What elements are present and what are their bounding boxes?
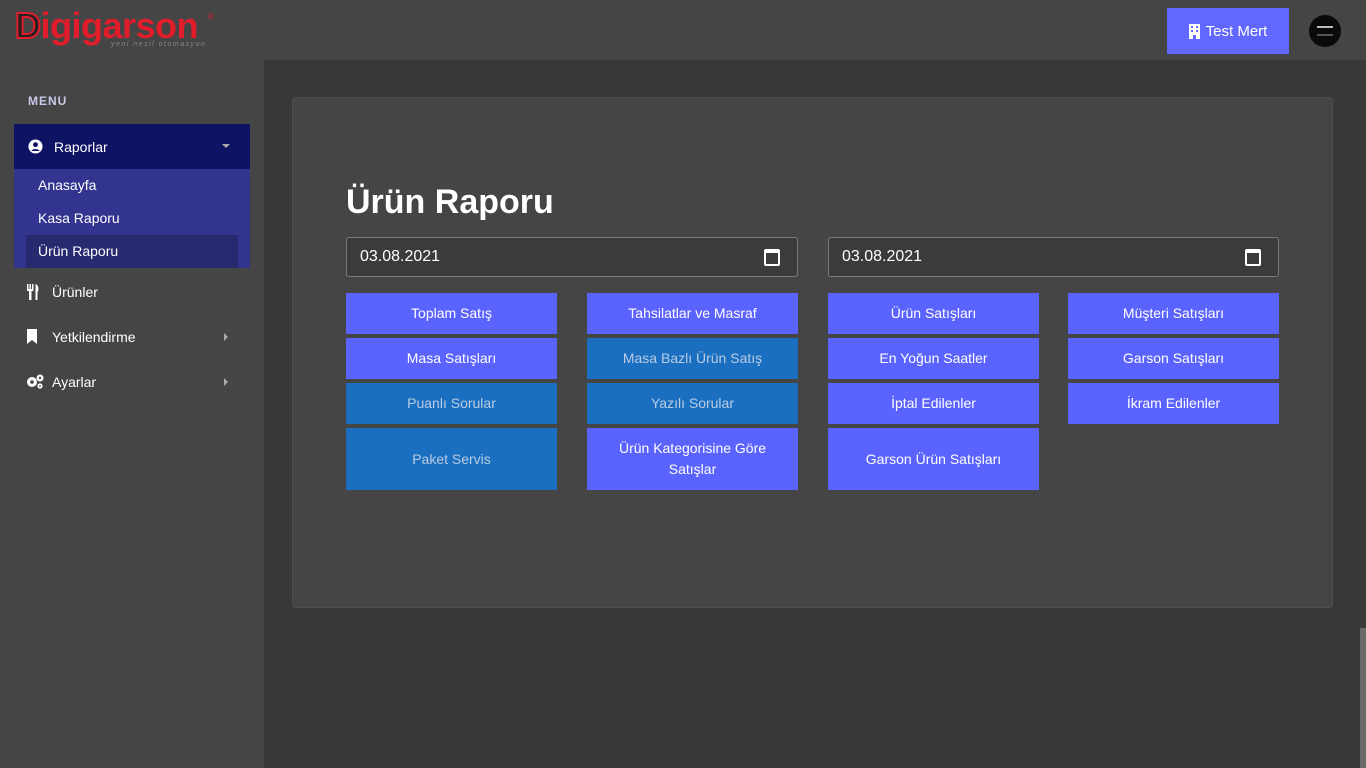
sidebar-item-label: Ayarlar [52, 373, 97, 390]
user-name: Test Mert [1205, 22, 1268, 40]
sidebar-item-label: Ürünler [52, 283, 98, 300]
end-date-value: 03.08.2021 [842, 248, 923, 265]
utensils-icon [26, 283, 42, 300]
chevron-down-icon [222, 144, 230, 148]
menu-title: MENU [28, 94, 68, 108]
chevron-right-icon [224, 333, 228, 341]
logo-prefix: D [14, 5, 42, 47]
chevron-right-icon [224, 378, 228, 386]
urun-kategori-satislar-button[interactable]: Ürün Kategorisine Göre Satışlar [587, 428, 798, 490]
sidebar-subitem-anasayfa[interactable]: Anasayfa [26, 169, 238, 202]
paket-servis-button[interactable]: Paket Servis [346, 428, 557, 490]
sidebar-item-urunler[interactable]: Ürünler [14, 269, 250, 314]
garson-satislari-button[interactable]: Garson Satışları [1068, 338, 1279, 379]
start-date-input[interactable]: 03.08.2021 [346, 237, 798, 277]
sidebar-item-label: Raporlar [54, 138, 108, 155]
logo-registered-mark: ® [208, 12, 214, 21]
toplam-satis-button[interactable]: Toplam Satış [346, 293, 557, 334]
urun-satislari-button[interactable]: Ürün Satışları [828, 293, 1039, 334]
page-scrollbar[interactable] [1359, 60, 1366, 768]
user-circle-icon [28, 138, 44, 155]
user-menu-button[interactable]: Test Mert [1167, 8, 1289, 54]
sidebar-subitem-urun-raporu[interactable]: Ürün Raporu [26, 235, 238, 268]
sidebar: MENU Raporlar Anasayfa Kasa Raporu Ürün … [0, 60, 264, 768]
puanli-sorular-button[interactable]: Puanlı Sorular [346, 383, 557, 424]
sidebar-subitem-kasa-raporu[interactable]: Kasa Raporu [26, 202, 238, 235]
calendar-icon[interactable] [764, 249, 780, 266]
sidebar-item-ayarlar[interactable]: Ayarlar [14, 359, 250, 404]
calendar-icon[interactable] [1245, 249, 1261, 266]
logo-mid: igi [40, 5, 82, 46]
scrollbar-thumb[interactable] [1360, 628, 1366, 768]
building-icon [1188, 23, 1200, 39]
logo-suffix: garson [81, 5, 199, 46]
tahsilatlar-masraf-button[interactable]: Tahsilatlar ve Masraf [587, 293, 798, 334]
logo-wordmark: Digigarson [14, 5, 199, 47]
iptal-edilenler-button[interactable]: İptal Edilenler [828, 383, 1039, 424]
start-date-value: 03.08.2021 [360, 248, 441, 265]
bookmark-icon [26, 328, 42, 345]
digigarson-logo[interactable]: Digigarson ® yeni nesil otomasyon [14, 5, 215, 52]
sidebar-item-label: Yetkilendirme [52, 328, 136, 345]
masa-bazli-urun-satis-button[interactable]: Masa Bazlı Ürün Satış [587, 338, 798, 379]
musteri-satislari-button[interactable]: Müşteri Satışları [1068, 293, 1279, 334]
en-yogun-saatler-button[interactable]: En Yoğun Saatler [828, 338, 1039, 379]
top-bar: Digigarson ® yeni nesil otomasyon Test M… [0, 0, 1366, 60]
gears-icon [26, 374, 44, 390]
ikram-edilenler-button[interactable]: İkram Edilenler [1068, 383, 1279, 424]
masa-satislari-button[interactable]: Masa Satışları [346, 338, 557, 379]
avatar-image [1317, 26, 1333, 36]
yazili-sorular-button[interactable]: Yazılı Sorular [587, 383, 798, 424]
reports-submenu: Anasayfa Kasa Raporu Ürün Raporu [14, 169, 250, 268]
avatar[interactable] [1309, 15, 1341, 47]
page-title: Ürün Raporu [346, 183, 554, 221]
logo-tagline: yeni nesil otomasyon [111, 41, 207, 48]
sidebar-item-yetkilendirme[interactable]: Yetkilendirme [14, 314, 250, 359]
garson-urun-satislari-button[interactable]: Garson Ürün Satışları [828, 428, 1039, 490]
sidebar-item-raporlar[interactable]: Raporlar [14, 124, 250, 169]
end-date-input[interactable]: 03.08.2021 [828, 237, 1279, 277]
